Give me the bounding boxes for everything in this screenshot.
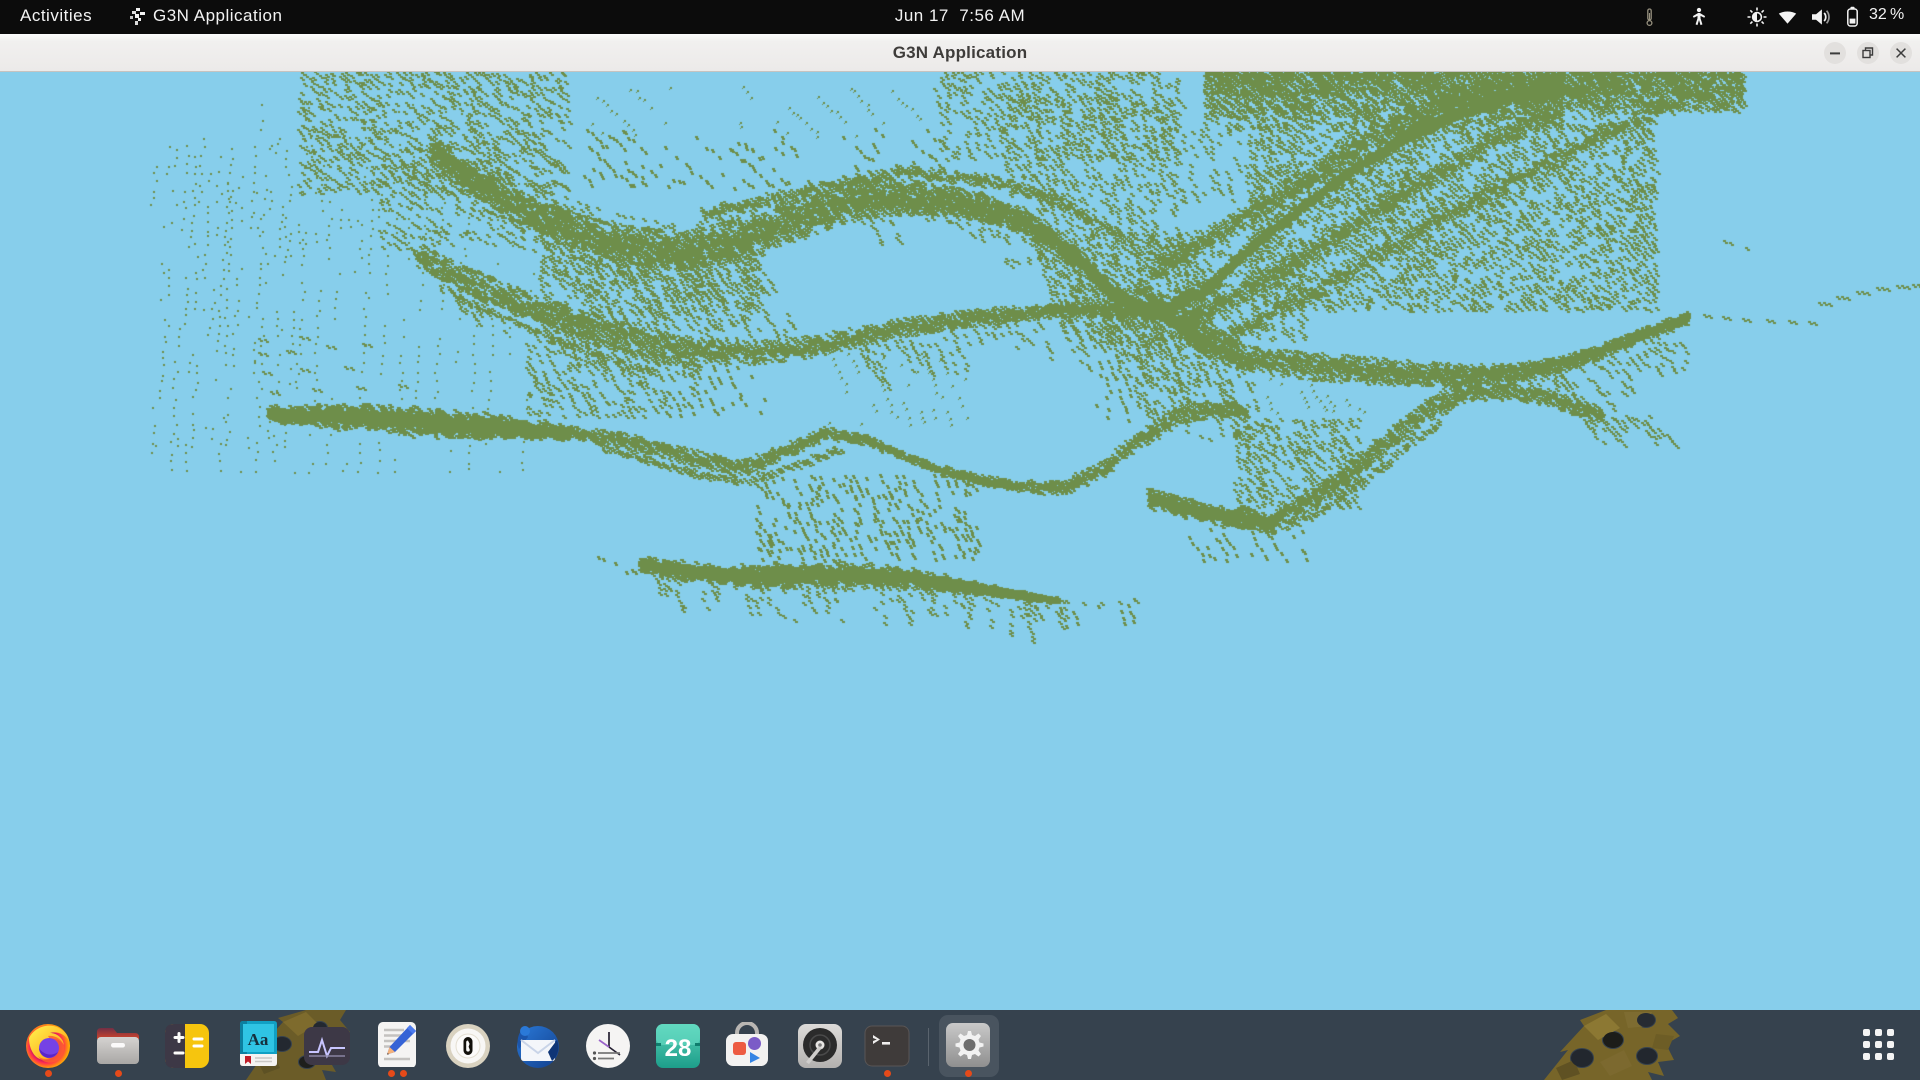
svg-text:28: 28: [665, 1035, 692, 1062]
svg-text:Aa: Aa: [248, 1030, 269, 1049]
